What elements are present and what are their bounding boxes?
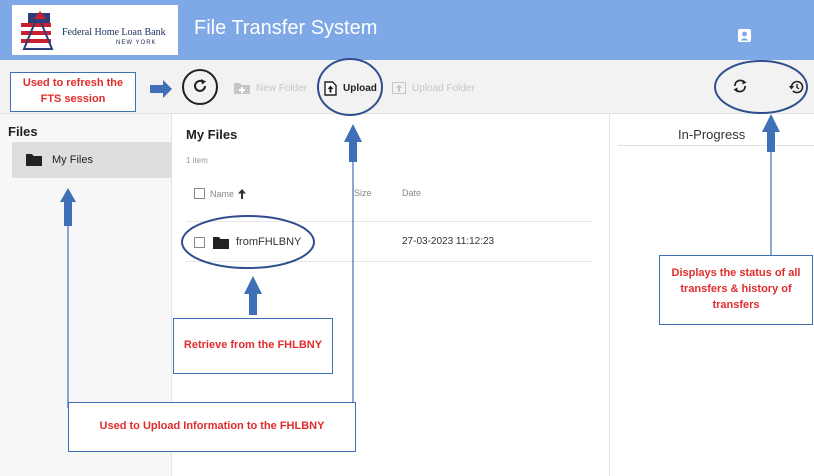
arrow-up-icon: [238, 188, 247, 199]
new-folder-label: New Folder: [256, 82, 308, 94]
retrieve-callout: Retrieve from the FHLBNY: [173, 318, 333, 374]
status-callout: Displays the status of all transfers & h…: [659, 255, 813, 325]
upload-folder-label: Upload Folder: [412, 82, 475, 94]
fhlbny-logo: Federal Home Loan Bank NEW YORK: [12, 5, 178, 55]
upload-label: Upload: [343, 82, 377, 94]
upload-folder-icon: [392, 82, 406, 94]
column-size-label: Size: [354, 188, 372, 198]
column-header-date[interactable]: Date: [402, 188, 421, 198]
column-date-label: Date: [402, 188, 422, 198]
item-count: 1 item: [186, 156, 208, 165]
panel-divider: [618, 145, 814, 146]
sidebar-item-my-files[interactable]: My Files: [12, 142, 172, 178]
sidebar-item-label: My Files: [52, 154, 93, 166]
sync-icon[interactable]: [732, 78, 748, 94]
refresh-icon[interactable]: [192, 78, 208, 94]
select-all-checkbox[interactable]: [194, 188, 205, 199]
header-divider: [186, 221, 592, 222]
upload-button[interactable]: Upload: [324, 76, 377, 100]
upload-callout: Used to Upload Information to the FHLBNY: [68, 402, 356, 452]
file-date: 27-03-2023 11:12:23: [402, 236, 495, 247]
folder-icon: [213, 237, 229, 249]
in-progress-title: In-Progress: [678, 127, 746, 142]
app-header: Federal Home Loan Bank NEW YORK File Tra…: [0, 0, 814, 60]
app-title: File Transfer System: [194, 17, 378, 39]
column-name-label: Name: [210, 188, 235, 199]
upload-folder-button[interactable]: Upload Folder: [392, 76, 475, 100]
file-name[interactable]: fromFHLBNY: [236, 236, 301, 248]
row-checkbox[interactable]: [194, 237, 205, 248]
new-folder-icon: [234, 83, 250, 94]
folder-icon: [26, 154, 42, 166]
new-folder-button[interactable]: New Folder: [234, 76, 307, 100]
logo-name: Federal Home Loan Bank: [62, 27, 166, 38]
table-row[interactable]: fromFHLBNY 27-03-2023 11:12:23: [186, 224, 592, 262]
logo-flag-icon: [21, 11, 54, 50]
history-icon[interactable]: [788, 79, 804, 95]
page-title: My Files: [186, 127, 238, 142]
logo-subtitle: NEW YORK: [116, 40, 157, 46]
column-header-size[interactable]: Size: [354, 188, 372, 198]
upload-icon: [324, 80, 337, 96]
user-account-icon[interactable]: [738, 29, 751, 42]
refresh-callout: Used to refresh the FTS session: [10, 72, 136, 112]
sidebar-title: Files: [8, 124, 38, 139]
column-header-name[interactable]: Name: [194, 188, 247, 199]
